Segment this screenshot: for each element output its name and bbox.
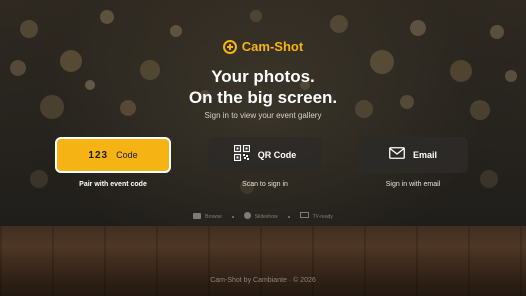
feature-slideshow: Slideshow: [243, 212, 278, 221]
headline-line-2: On the big screen.: [188, 88, 338, 107]
brand-name: Cam-Shot: [241, 39, 304, 54]
envelope-icon: [389, 146, 405, 164]
email-button[interactable]: Email: [358, 137, 468, 173]
feature-browse: Browse: [193, 212, 222, 221]
feature-tv-ready: TV-ready: [299, 212, 333, 221]
play-icon: [243, 212, 251, 221]
qr-code-button-label: QR Code: [257, 150, 297, 160]
camera-plus-icon: [222, 39, 237, 54]
page-title: Your photos. On the big screen.: [0, 66, 526, 108]
email-caption: Sign in with email: [385, 181, 441, 188]
code-button[interactable]: 123 Code: [55, 137, 171, 173]
signin-option-qr: QR Code Scan to sign in: [208, 137, 322, 188]
image-icon: [193, 212, 202, 221]
number-pad-icon: 123: [88, 149, 109, 161]
tv-icon: [299, 212, 309, 221]
code-button-label: Code: [116, 150, 138, 160]
headline-line-1: Your photos.: [211, 67, 315, 86]
footer-text: Cam-Shot by Cambiante · © 2026: [210, 277, 316, 284]
brand-logo: Cam-Shot: [0, 39, 526, 54]
signin-option-code: 123 Code Pair with event code: [55, 137, 171, 188]
qr-code-button[interactable]: QR Code: [208, 137, 322, 173]
feature-list: Browse Slideshow TV-ready: [0, 212, 526, 221]
qr-code-caption: Scan to sign in: [242, 181, 288, 188]
code-caption: Pair with event code: [79, 181, 147, 188]
qr-code-icon: [233, 144, 250, 166]
email-button-label: Email: [412, 150, 437, 160]
subtitle: Sign in to view your event gallery: [204, 111, 322, 120]
signin-option-email: Email Sign in with email: [358, 137, 468, 188]
